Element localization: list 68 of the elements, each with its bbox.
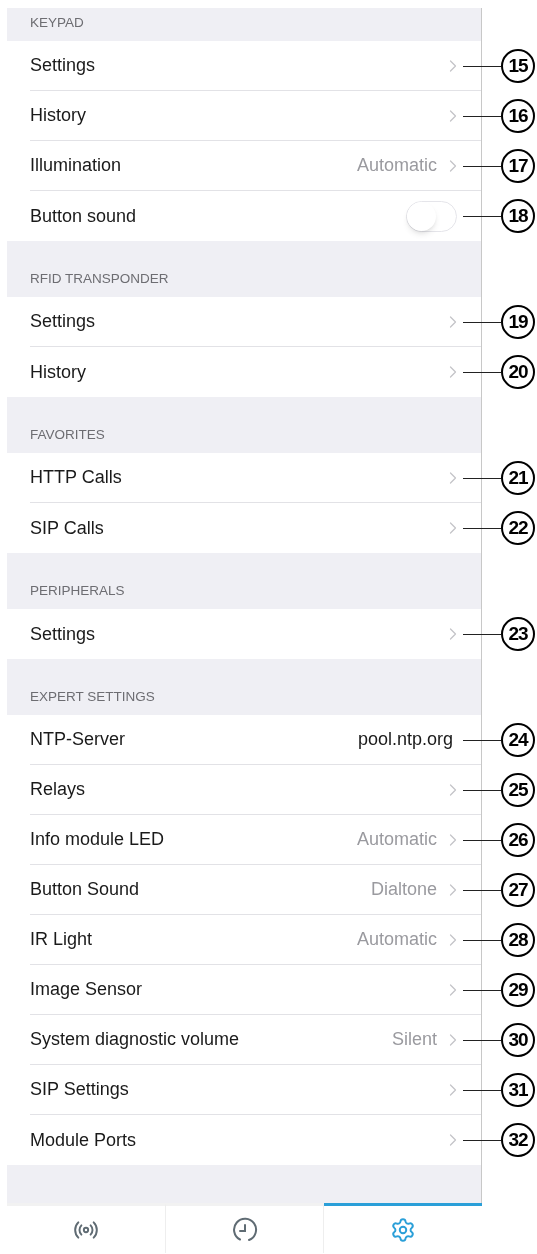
section-header: PERIPHERALS bbox=[30, 581, 125, 600]
leader-line bbox=[463, 1090, 501, 1091]
row-label: IR Light bbox=[30, 928, 93, 951]
row-value: Silent bbox=[391, 1028, 437, 1051]
callout-number: 20 bbox=[501, 355, 535, 389]
callout-number: 25 bbox=[501, 773, 535, 807]
row-label: NTP-Server bbox=[30, 728, 125, 751]
callout-number: 31 bbox=[501, 1073, 535, 1107]
leader-line bbox=[463, 478, 501, 479]
row-label: Button Sound bbox=[30, 878, 140, 901]
leader-line bbox=[463, 216, 501, 217]
callout-number: 23 bbox=[501, 617, 535, 651]
clock-icon bbox=[231, 1216, 258, 1243]
row-label: Image Sensor bbox=[30, 978, 143, 1001]
callout-number: 15 bbox=[501, 49, 535, 83]
callout-number: 26 bbox=[501, 823, 535, 857]
leader-line bbox=[463, 166, 501, 167]
callout-number: 18 bbox=[501, 199, 535, 233]
callout-number: 28 bbox=[501, 923, 535, 957]
row-label: History bbox=[30, 104, 86, 127]
row-label: Relays bbox=[30, 778, 86, 801]
settings-icon bbox=[390, 1216, 417, 1243]
row-label: SIP Settings bbox=[30, 1078, 129, 1101]
leader-line bbox=[463, 740, 501, 741]
leader-line bbox=[463, 990, 501, 991]
section-header: KEYPAD bbox=[30, 13, 84, 32]
leader-line bbox=[463, 116, 501, 117]
row-label: System diagnostic volume bbox=[30, 1028, 240, 1051]
callout-number: 17 bbox=[501, 149, 535, 183]
callout-number: 16 bbox=[501, 99, 535, 133]
callout-number: 22 bbox=[501, 511, 535, 545]
leader-line bbox=[463, 790, 501, 791]
leader-line bbox=[463, 1040, 501, 1041]
row-label: Module Ports bbox=[30, 1128, 137, 1152]
callout-number: 27 bbox=[501, 873, 535, 907]
callout-number: 21 bbox=[501, 461, 535, 495]
row-label: Illumination bbox=[30, 154, 122, 177]
row-label: SIP Calls bbox=[30, 516, 104, 540]
leader-line bbox=[463, 322, 501, 323]
leader-line bbox=[463, 66, 501, 67]
callout-number: 24 bbox=[501, 723, 535, 757]
callout-number: 19 bbox=[501, 305, 535, 339]
row-label: Settings bbox=[30, 54, 96, 77]
leader-line bbox=[463, 840, 501, 841]
row-value: pool.ntp.org bbox=[357, 728, 453, 751]
section-header: RFID TRANSPONDER bbox=[30, 269, 169, 288]
row-label: Settings bbox=[30, 622, 96, 646]
toggle-switch[interactable] bbox=[406, 200, 457, 232]
callout-number: 30 bbox=[501, 1023, 535, 1057]
section-header: FAVORITES bbox=[30, 425, 105, 444]
leader-line bbox=[463, 940, 501, 941]
row-value: Automatic bbox=[356, 828, 437, 851]
leader-line bbox=[463, 634, 501, 635]
row-value: Automatic bbox=[356, 154, 437, 177]
row-value: Automatic bbox=[356, 928, 437, 951]
callout-number: 32 bbox=[501, 1123, 535, 1157]
leader-line bbox=[463, 1140, 501, 1141]
row-label: Info module LED bbox=[30, 828, 165, 851]
leader-line bbox=[463, 890, 501, 891]
row-value: Dialtone bbox=[370, 878, 437, 901]
leader-line bbox=[463, 372, 501, 373]
row-label: History bbox=[30, 360, 86, 384]
leader-line bbox=[463, 528, 501, 529]
row-label: Button sound bbox=[30, 204, 137, 228]
row-label: HTTP Calls bbox=[30, 466, 122, 489]
row-label: Settings bbox=[30, 310, 96, 333]
section-header: EXPERT SETTINGS bbox=[30, 687, 155, 706]
callout-number: 29 bbox=[501, 973, 535, 1007]
